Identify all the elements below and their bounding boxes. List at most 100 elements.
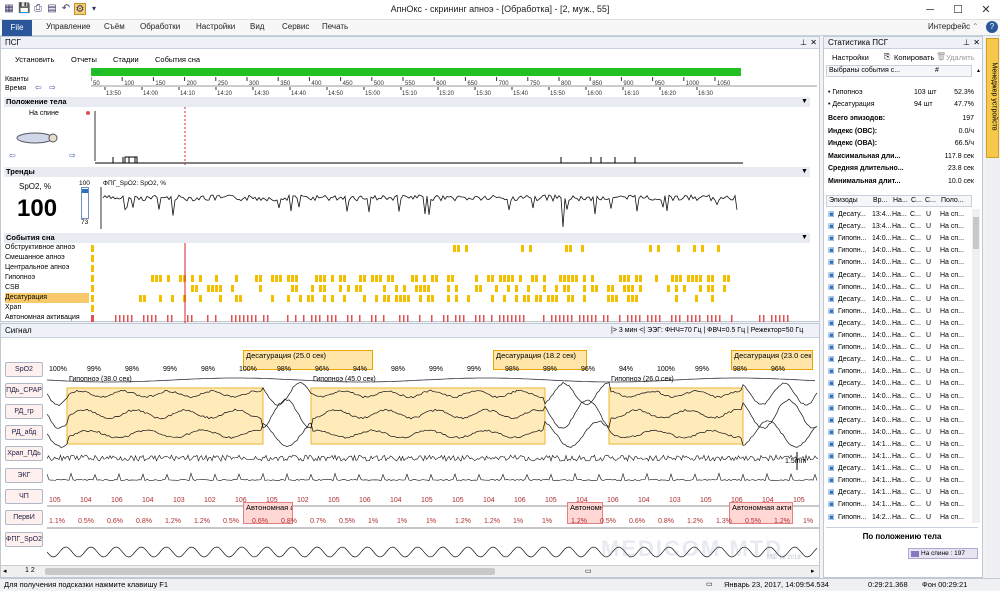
menu-control[interactable]: Управление: [46, 22, 90, 31]
episode-row[interactable]: ▣Гипопн...14:0...На...С...UНа сп...: [826, 330, 966, 342]
signal-plot[interactable]: [47, 340, 819, 566]
channel-label[interactable]: ЭКГ: [5, 468, 43, 483]
hypopnea-region[interactable]: [311, 388, 545, 444]
episode-row[interactable]: ▣Гипопн...14:0...На...С...UНа сп...: [826, 282, 966, 294]
episode-row[interactable]: ▣Гипопн...14:0...На...С...UНа сп...: [826, 366, 966, 378]
event-row-label[interactable]: Храп: [5, 303, 89, 313]
tab-install[interactable]: Установить: [15, 55, 54, 64]
col-position[interactable]: Поло...: [941, 197, 964, 204]
position-right-icon[interactable]: ⇨: [69, 151, 76, 160]
help-icon[interactable]: ?: [986, 21, 998, 33]
panel-close-icon[interactable]: ✕: [810, 37, 817, 49]
episode-row[interactable]: ▣Гипопн...14:0...На...С...UНа сп...: [826, 306, 966, 318]
device-manager-tab[interactable]: Менеджер устройств: [986, 38, 999, 158]
scroll-left-icon[interactable]: ◂: [3, 567, 7, 575]
col-episodes[interactable]: Эпизоды: [829, 197, 858, 204]
episode-row[interactable]: ▣Десату...14:0...На...С...UНа сп...: [826, 354, 966, 366]
scroll-right-icon[interactable]: ▸: [811, 567, 815, 575]
event-row-label[interactable]: Автономная активация: [5, 313, 89, 323]
menu-settings[interactable]: Настройки: [196, 22, 235, 31]
scroll-right-icon[interactable]: ⇨: [49, 83, 56, 92]
col-na[interactable]: На...: [893, 197, 908, 204]
interface-menu[interactable]: Интерфейс: [928, 22, 970, 31]
minimize-button[interactable]: ─: [916, 0, 944, 20]
tab-reports[interactable]: Отчеты: [71, 55, 97, 64]
event-row-label[interactable]: Смешанное апноэ: [5, 253, 89, 263]
episode-row[interactable]: ▣Гипопн...14:0...На...С...UНа сп...: [826, 257, 966, 269]
stats-settings-button[interactable]: Настройки: [832, 53, 869, 62]
event-row-label[interactable]: Десатурация: [5, 293, 89, 303]
maximize-button[interactable]: ☐: [944, 0, 972, 20]
tab-stages[interactable]: Стадии: [113, 55, 139, 64]
stat-row-hypopnea[interactable]: • Гипопноэ103 шт52.3%: [828, 87, 974, 98]
episode-row[interactable]: ▣Десату...14:0...На...С...UНа сп...: [826, 270, 966, 282]
menu-file[interactable]: File: [2, 20, 32, 36]
horizontal-scrollbar[interactable]: [45, 568, 495, 575]
panel-close-icon[interactable]: ✕: [973, 37, 980, 49]
menu-service[interactable]: Сервис: [282, 22, 309, 31]
episode-row[interactable]: ▣Десату...14:0...На...С...UНа сп...: [826, 294, 966, 306]
episode-row[interactable]: ▣Десату...14:0...На...С...UНа сп...: [826, 318, 966, 330]
scroll-thumb-icon[interactable]: ▭: [585, 567, 592, 575]
ribbon-toggle-icon[interactable]: ⌃: [972, 22, 979, 31]
col-time[interactable]: Вр...: [873, 197, 887, 204]
episode-row[interactable]: ▣Гипопн...14:0...На...С...UНа сп...: [826, 403, 966, 415]
page-indicator[interactable]: 1 2: [25, 567, 35, 574]
grid-dot: [287, 538, 288, 539]
event-mark: [575, 275, 578, 282]
pin-icon[interactable]: ⊥: [963, 37, 970, 49]
channel-label[interactable]: ПДь_CPAP: [5, 383, 43, 398]
pin-icon[interactable]: ⊥: [800, 37, 807, 49]
episode-row[interactable]: ▣Гипопн...14:0...На...С...UНа сп...: [826, 342, 966, 354]
event-mark: [211, 285, 214, 292]
episode-row[interactable]: ▣Десату...14:1...На...С...UНа сп...: [826, 439, 966, 451]
channel-label[interactable]: ЧП: [5, 489, 43, 504]
episodes-scrollbar[interactable]: [972, 209, 980, 523]
stat-row-desaturation[interactable]: • Десатурация94 шт47.7%: [828, 99, 974, 110]
grid-dot: [307, 526, 308, 527]
stats-copy-button[interactable]: Копировать: [894, 53, 934, 62]
channel-label[interactable]: РД_гр: [5, 404, 43, 419]
episode-row[interactable]: ▣Гипопн...14:1...На...С...UНа сп...: [826, 499, 966, 511]
menu-processing[interactable]: Обработки: [140, 22, 180, 31]
episode-row[interactable]: ▣Гипопн...14:2...На...С...UНа сп...: [826, 512, 966, 524]
episode-row[interactable]: ▣Десату...14:0...На...С...UНа сп...: [826, 415, 966, 427]
event-row-label[interactable]: CSB: [5, 283, 89, 293]
channel-label[interactable]: ПервИ: [5, 510, 43, 525]
event-row-label[interactable]: Гипопноэ: [5, 273, 89, 283]
episode-row[interactable]: ▣Десату...13:4...На...С...UНа сп...: [826, 221, 966, 233]
episode-row[interactable]: ▣Десату...13:4...На...С...UНа сп...: [826, 209, 966, 221]
menu-capture[interactable]: Съём: [104, 22, 125, 31]
channel-label[interactable]: SpO2: [5, 362, 43, 377]
event-mark: [343, 295, 346, 302]
event-row-label[interactable]: Обструктивное апноэ: [5, 243, 89, 253]
episode-row[interactable]: ▣Десату...14:1...На...С...UНа сп...: [826, 487, 966, 499]
channel-label[interactable]: Храп_ПДь: [5, 446, 43, 461]
scroll-left-icon[interactable]: ⇦: [35, 83, 42, 92]
heart-rate-value: 104: [80, 497, 92, 504]
episode-row[interactable]: ▣Гипопн...14:1...На...С...UНа сп...: [826, 451, 966, 463]
channel-label[interactable]: РД_абд: [5, 425, 43, 440]
menu-print[interactable]: Печать: [322, 22, 348, 31]
episode-row[interactable]: ▣Десату...14:1...На...С...UНа сп...: [826, 463, 966, 475]
episode-row[interactable]: ▣Гипопн...14:0...На...С...UНа сп...: [826, 245, 966, 257]
episode-row[interactable]: ▣Десату...14:0...На...С...UНа сп...: [826, 378, 966, 390]
episode-row[interactable]: ▣Гипопн...14:1...На...С...UНа сп...: [826, 475, 966, 487]
stats-delete-button[interactable]: Удалить: [946, 53, 975, 62]
menu-view[interactable]: Вид: [250, 22, 264, 31]
episode-row[interactable]: ▣Гипопн...14:0...На...С...UНа сп...: [826, 427, 966, 439]
episode-row[interactable]: ▣Гипопн...14:0...На...С...UНа сп...: [826, 391, 966, 403]
col-s2[interactable]: С...: [925, 197, 936, 204]
channel-label[interactable]: ФПГ_SpO2: [5, 532, 43, 547]
timeline-axis[interactable]: Нет 501001502002503003504004505005506006…: [91, 65, 817, 97]
close-button[interactable]: ✕: [972, 0, 1000, 20]
episode-row[interactable]: ▣Гипопн...14:0...На...С...UНа сп...: [826, 233, 966, 245]
col-s1[interactable]: С...: [911, 197, 922, 204]
scroll-up-icon[interactable]: ▴: [977, 67, 980, 74]
event-row-label[interactable]: Центральное апноэ: [5, 263, 89, 273]
position-left-icon[interactable]: ⇦: [9, 151, 16, 160]
trends-collapse-icon[interactable]: ▼: [801, 168, 808, 175]
position-collapse-icon[interactable]: ▼: [801, 98, 808, 105]
events-collapse-icon[interactable]: ▼: [801, 234, 808, 241]
tab-sleep-events[interactable]: События сна: [155, 55, 200, 64]
